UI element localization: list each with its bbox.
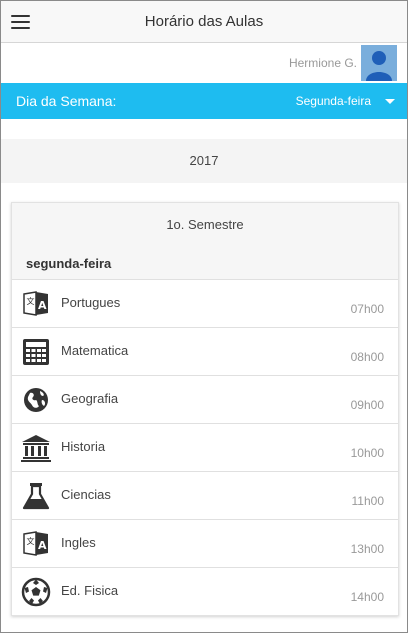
dropdown-caret-icon	[385, 98, 395, 104]
class-subject: Ed. Fisica	[61, 583, 119, 598]
translate-book-icon: 文 A	[21, 289, 51, 319]
schedule-card: 1o. Semestre segunda-feira 文 A Portugues…	[11, 202, 399, 616]
class-row[interactable]: Historia 10h00	[12, 424, 398, 472]
day-of-week-selected: Segunda-feira	[295, 94, 371, 108]
class-time: 11h00	[351, 494, 384, 508]
class-row[interactable]: 文 A Portugues 07h00	[12, 280, 398, 328]
calculator-icon	[21, 337, 51, 367]
svg-text:A: A	[38, 299, 47, 312]
class-row[interactable]: Ed. Fisica 14h00	[12, 568, 398, 616]
class-subject: Matematica	[61, 343, 129, 358]
class-time: 14h00	[350, 590, 384, 604]
svg-text:文: 文	[27, 536, 35, 546]
class-subject: Portugues	[61, 295, 121, 310]
year-header: 2017	[1, 139, 407, 183]
day-of-week-label: Dia da Semana:	[16, 93, 117, 109]
translate-book-icon: 文 A	[21, 529, 51, 559]
svg-text:文: 文	[27, 296, 35, 306]
globe-icon	[21, 385, 51, 415]
class-row[interactable]: Geografia 09h00	[12, 376, 398, 424]
class-subject: Geografia	[61, 391, 119, 406]
class-row[interactable]: Matematica 08h00	[12, 328, 398, 376]
class-subject: Ciencias	[61, 487, 111, 502]
class-time: 08h00	[350, 350, 384, 364]
flask-icon	[21, 481, 51, 511]
class-time: 07h00	[350, 302, 384, 316]
day-of-week-bar: Dia da Semana: Segunda-feira	[1, 83, 407, 119]
semester-header: 1o. Semestre	[12, 203, 398, 247]
class-subject: Ingles	[61, 535, 96, 550]
soccer-ball-icon	[21, 577, 51, 607]
museum-columns-icon	[21, 433, 51, 463]
svg-text:A: A	[38, 539, 47, 552]
class-time: 13h00	[350, 542, 384, 556]
user-bar: Hermione G.	[1, 43, 407, 83]
user-avatar-icon[interactable]	[361, 45, 397, 81]
day-heading: segunda-feira	[12, 247, 398, 280]
top-app-bar: Horário das Aulas	[1, 1, 407, 43]
class-row[interactable]: 文 A Ingles 13h00	[12, 520, 398, 568]
class-time: 10h00	[350, 446, 384, 460]
class-time: 09h00	[350, 398, 384, 412]
user-name: Hermione G.	[288, 56, 357, 70]
class-subject: Historia	[61, 439, 106, 454]
day-of-week-select[interactable]: Segunda-feira	[267, 83, 397, 119]
page-title: Horário das Aulas	[144, 13, 264, 30]
class-row[interactable]: Ciencias 11h00	[12, 472, 398, 520]
app-frame: Horário das Aulas Hermione G. Dia da Sem…	[0, 0, 408, 633]
